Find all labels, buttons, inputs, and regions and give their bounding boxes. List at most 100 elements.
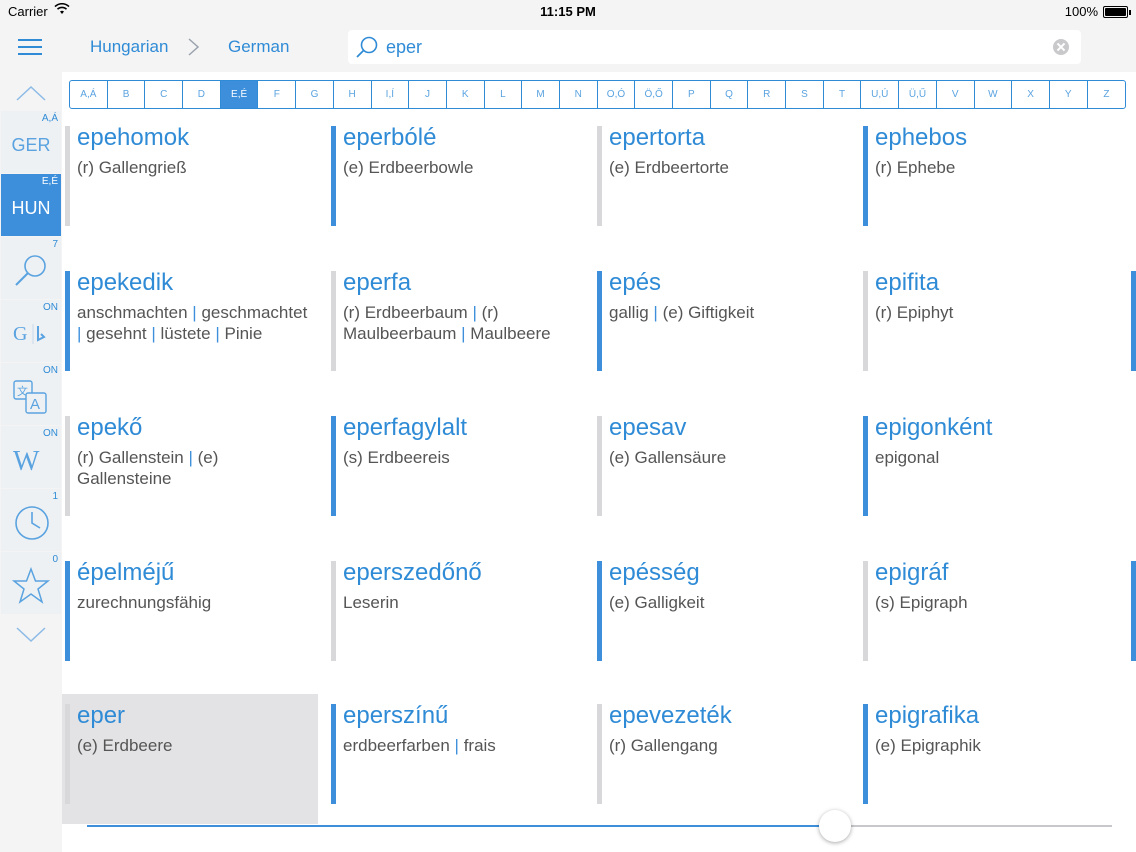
entry-word: eperszedőnő — [343, 559, 482, 586]
entry-card[interactable]: epifita (r) Epiphyt — [860, 261, 1116, 391]
sidebar-item-ger[interactable]: A,Á GER — [1, 111, 61, 173]
app-window: Carrier 11:15 PM 100% Hungarian German e… — [0, 0, 1136, 852]
entry-card[interactable]: ephebos (r) Ephebe — [860, 116, 1116, 246]
alphabet-letter[interactable]: H — [334, 81, 372, 108]
entry-word: eperszínű — [343, 702, 449, 729]
top-bar: Hungarian German eper — [0, 24, 1136, 72]
alphabet-letter[interactable]: Q — [711, 81, 749, 108]
alphabet-letter[interactable]: D — [183, 81, 221, 108]
entry-marker — [597, 561, 602, 661]
search-field[interactable]: eper — [348, 30, 1081, 64]
battery-level — [1105, 8, 1126, 16]
alphabet-letter[interactable]: G — [296, 81, 334, 108]
alphabet-letter[interactable]: B — [108, 81, 146, 108]
alphabet-letter[interactable]: S — [786, 81, 824, 108]
entry-translation: (e) Gallensäure — [609, 448, 727, 467]
scroll-up-chevron-icon[interactable] — [15, 82, 47, 104]
entry-word: epehomok — [77, 124, 190, 151]
alphabet-letter[interactable]: T — [824, 81, 862, 108]
sidebar-item-star[interactable]: 0 — [1, 552, 61, 614]
sidebar-item-hun[interactable]: E,É HUN — [1, 174, 61, 236]
sidebar-item-search[interactable]: 7 — [1, 237, 61, 299]
slider-thumb[interactable] — [819, 810, 852, 842]
entry-word: epésség — [609, 559, 700, 586]
alphabet-letter[interactable]: O,Ó — [598, 81, 636, 108]
alphabet-letter[interactable]: C — [145, 81, 184, 108]
entry-marker — [331, 416, 336, 516]
alphabet-letter[interactable]: X — [1012, 81, 1050, 108]
alphabet-letter[interactable]: A,Á — [70, 81, 108, 108]
entry-card[interactable]: épelméjű zurechnungsfähig — [62, 551, 318, 681]
search-input[interactable]: eper — [386, 37, 422, 58]
alphabet-letter[interactable]: R — [748, 81, 787, 108]
sidebar-item-history-clock[interactable]: 1 — [1, 489, 61, 551]
entry-card[interactable]: epekedik anschmachten | geschmachtet | ge… — [62, 261, 318, 391]
sidebar-badge: ON — [43, 365, 58, 376]
menu-icon[interactable] — [18, 34, 44, 60]
entry-marker — [331, 271, 336, 371]
entry-card[interactable]: epigonként epigonal — [860, 406, 1116, 536]
entry-translation: (r) Gallengang — [609, 736, 718, 755]
entry-card[interactable]: eperfa (r) Erdbeerbaum | (r) Maulbeerbaum… — [328, 261, 584, 391]
alphabet-letter[interactable]: P — [673, 81, 711, 108]
entry-marker — [863, 416, 868, 516]
entry-translation: (e) Erdbeertorte — [609, 158, 729, 177]
alphabet-letter[interactable]: Ö,Ő — [635, 81, 673, 108]
entry-card[interactable]: epés gallig | (e) Giftigkeit — [594, 261, 850, 391]
alphabet-letter[interactable]: U,Ú — [861, 81, 900, 108]
entry-card[interactable]: epigráf (s) Epigraph — [860, 551, 1116, 681]
battery-icon — [1103, 6, 1131, 18]
sidebar: A,Á GER E,É HUN 7 ON G ON 文 A ON W 1 0 — [0, 72, 62, 852]
search-icon — [356, 36, 378, 58]
entry-marker — [331, 561, 336, 661]
alphabet-letter[interactable]: M — [522, 81, 560, 108]
entry-card[interactable]: epésség (e) Galligkeit — [594, 551, 850, 681]
entry-card[interactable]: eperszedőnő Leserin — [328, 551, 584, 681]
entry-word: epigonként — [875, 414, 993, 441]
sidebar-item-translate[interactable]: ON 文 A — [1, 363, 61, 425]
entry-marker — [65, 271, 70, 371]
alphabet-letter[interactable]: Ü,Ű — [899, 81, 937, 108]
entry-translation: (s) Epigraph — [875, 593, 968, 612]
entry-card[interactable]: epekő (r) Gallenstein | (e) Gallensteine — [62, 406, 318, 536]
status-bar: Carrier 11:15 PM 100% — [0, 0, 1136, 24]
entry-translation: (r) Erdbeerbaum | (r) Maulbeerbaum | Mau… — [343, 303, 551, 343]
entry-card[interactable]: eperbólé (e) Erdbeerbowle — [328, 116, 584, 246]
entry-word: epigráf — [875, 559, 949, 586]
entry-card[interactable]: epehomok (r) Gallengrieß — [62, 116, 318, 246]
entry-word: epertorta — [609, 124, 706, 151]
entry-translation: epigonal — [875, 448, 940, 467]
alphabet-letter[interactable]: W — [975, 81, 1013, 108]
alphabet-letter[interactable]: Z — [1088, 81, 1126, 108]
alphabet-letter[interactable]: L — [485, 81, 523, 108]
entry-translation: (e) Erdbeere — [77, 736, 173, 755]
sidebar-badge: ON — [43, 428, 58, 439]
alphabet-letter[interactable]: Y — [1050, 81, 1088, 108]
sidebar-badge: ON — [43, 302, 58, 313]
entry-card[interactable]: epigrafika (e) Epigraphik — [860, 694, 1116, 824]
alphabet-letter[interactable]: K — [447, 81, 485, 108]
entry-card[interactable]: eperszínű erdbeerfarben | frais — [328, 694, 584, 824]
entry-translation: (e) Epigraphik — [875, 736, 981, 755]
scroll-slider[interactable] — [87, 810, 1112, 842]
entry-card[interactable]: eperfagylalt (s) Erdbeereis — [328, 406, 584, 536]
alphabet-letter[interactable]: N — [560, 81, 598, 108]
entry-word: ephebos — [875, 124, 968, 151]
alphabet-letter[interactable]: J — [409, 81, 447, 108]
entry-card[interactable]: epesav (e) Gallensäure — [594, 406, 850, 536]
target-language-button[interactable]: German — [228, 37, 289, 57]
entry-card[interactable]: epevezeték (r) Gallengang — [594, 694, 850, 824]
alphabet-letter[interactable]: F — [258, 81, 297, 108]
entry-card[interactable]: eper (e) Erdbeere — [62, 694, 318, 824]
alphabet-letter[interactable]: V — [937, 81, 975, 108]
entry-marker — [65, 704, 70, 804]
alphabet-letter[interactable]: E,É — [220, 81, 259, 108]
sidebar-item-google-bing[interactable]: ON G — [1, 300, 61, 362]
sidebar-item-wikipedia[interactable]: ON W — [1, 426, 61, 488]
scroll-down-chevron-icon[interactable] — [15, 624, 47, 646]
alphabet-letter[interactable]: I,Í — [372, 81, 410, 108]
source-language-button[interactable]: Hungarian — [90, 37, 168, 57]
alphabet-index-bar: A,Á B C D E,É F G H I,Í J K L M N O,Ó Ö,Ő P Q R S T U,Ú Ü,Ű V W X… — [69, 80, 1127, 109]
entry-card[interactable]: epertorta (e) Erdbeertorte — [594, 116, 850, 246]
clear-search-icon[interactable] — [1053, 39, 1069, 55]
